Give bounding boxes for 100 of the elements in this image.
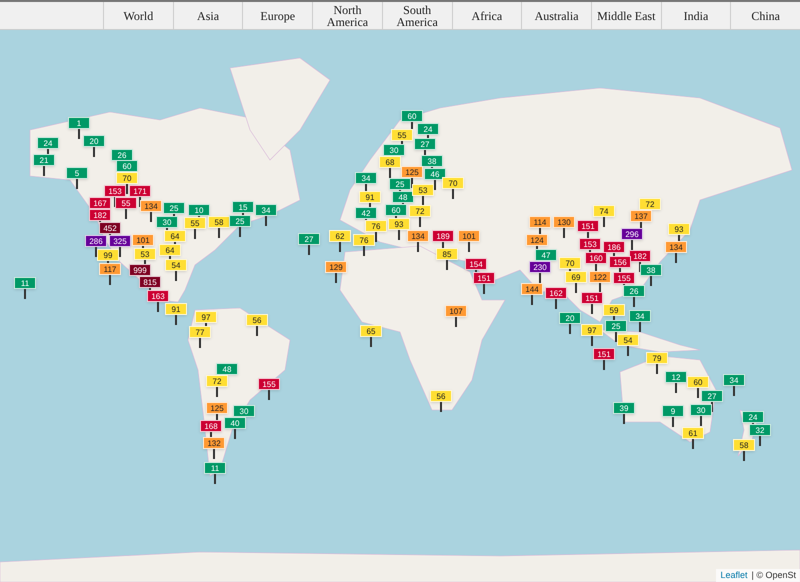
aqi-flag[interactable]: 182 [89, 209, 111, 221]
aqi-flag[interactable]: 53 [134, 248, 156, 260]
aqi-flag[interactable]: 25 [389, 178, 411, 190]
aqi-flag[interactable]: 54 [165, 259, 187, 271]
aqi-flag[interactable]: 125 [206, 402, 228, 414]
aqi-flag[interactable]: 38 [421, 155, 443, 167]
aqi-flag[interactable]: 9 [662, 405, 684, 417]
aqi-flag[interactable]: 156 [609, 256, 631, 268]
aqi-flag[interactable]: 114 [529, 216, 551, 228]
aqi-flag[interactable]: 153 [104, 185, 126, 197]
aqi-flag[interactable]: 24 [742, 411, 764, 423]
aqi-flag[interactable]: 56 [246, 314, 268, 326]
aqi-flag[interactable]: 56 [430, 390, 452, 402]
aqi-flag[interactable]: 79 [646, 352, 668, 364]
aqi-flag[interactable]: 91 [359, 191, 381, 203]
aqi-flag[interactable]: 91 [165, 303, 187, 315]
aqi-flag[interactable]: 24 [417, 123, 439, 135]
aqi-flag[interactable]: 27 [701, 390, 723, 402]
aqi-flag[interactable]: 34 [629, 310, 651, 322]
aqi-flag[interactable]: 34 [255, 204, 277, 216]
aqi-flag[interactable]: 93 [388, 218, 410, 230]
aqi-flag[interactable]: 160 [585, 252, 607, 264]
aqi-flag[interactable]: 72 [409, 205, 431, 217]
aqi-flag[interactable]: 48 [216, 363, 238, 375]
aqi-flag[interactable]: 130 [553, 216, 575, 228]
aqi-flag[interactable]: 30 [383, 144, 405, 156]
aqi-flag[interactable]: 151 [581, 292, 603, 304]
region-tab[interactable]: Middle East [590, 2, 661, 29]
aqi-flag[interactable]: 325 [109, 235, 131, 247]
aqi-flag[interactable]: 155 [258, 378, 280, 390]
aqi-flag[interactable]: 999 [129, 264, 151, 276]
aqi-flag[interactable]: 74 [593, 205, 615, 217]
aqi-flag[interactable]: 70 [116, 172, 138, 184]
aqi-flag[interactable]: 99 [97, 249, 119, 261]
aqi-flag[interactable]: 151 [473, 272, 495, 284]
aqi-flag[interactable]: 117 [99, 263, 121, 275]
aqi-flag[interactable]: 151 [577, 220, 599, 232]
region-tab[interactable]: South America [382, 2, 452, 29]
aqi-flag[interactable]: 27 [298, 233, 320, 245]
region-tab[interactable]: Europe [242, 2, 312, 29]
aqi-flag[interactable]: 11 [204, 462, 226, 474]
aqi-flag[interactable]: 230 [529, 261, 551, 273]
aqi-flag[interactable]: 93 [668, 223, 690, 235]
aqi-flag[interactable]: 72 [639, 198, 661, 210]
aqi-flag[interactable]: 101 [458, 230, 480, 242]
aqi-flag[interactable]: 132 [203, 437, 225, 449]
aqi-flag[interactable]: 25 [229, 215, 251, 227]
aqi-flag[interactable]: 55 [391, 129, 413, 141]
aqi-flag[interactable]: 452 [99, 222, 121, 234]
aqi-flag[interactable]: 153 [579, 238, 601, 250]
region-tab[interactable]: Asia [172, 2, 242, 29]
aqi-flag[interactable]: 182 [629, 250, 651, 262]
aqi-flag[interactable]: 296 [621, 228, 643, 240]
aqi-flag[interactable]: 12 [665, 371, 687, 383]
aqi-flag[interactable]: 815 [139, 276, 161, 288]
aqi-flag[interactable]: 5 [66, 167, 88, 179]
aqi-flag[interactable]: 70 [442, 177, 464, 189]
aqi-flag[interactable]: 54 [617, 334, 639, 346]
aqi-flag[interactable]: 171 [129, 185, 151, 197]
aqi-flag[interactable]: 55 [115, 197, 137, 209]
aqi-flag[interactable]: 58 [208, 216, 230, 228]
aqi-flag[interactable]: 69 [565, 271, 587, 283]
aqi-flag[interactable]: 25 [163, 202, 185, 214]
aqi-flag[interactable]: 26 [111, 149, 133, 161]
aqi-flag[interactable]: 77 [189, 326, 211, 338]
aqi-flag[interactable]: 26 [623, 285, 645, 297]
aqi-flag[interactable]: 134 [140, 200, 162, 212]
aqi-flag[interactable]: 125 [401, 166, 423, 178]
aqi-flag[interactable]: 134 [407, 230, 429, 242]
aqi-flag[interactable]: 70 [559, 257, 581, 269]
aqi-flag[interactable]: 65 [360, 325, 382, 337]
aqi-flag[interactable]: 64 [164, 230, 186, 242]
region-tab[interactable]: China [730, 2, 800, 29]
aqi-flag[interactable]: 40 [224, 417, 246, 429]
aqi-flag[interactable]: 154 [465, 258, 487, 270]
aqi-flag[interactable]: 151 [593, 348, 615, 360]
aqi-flag[interactable]: 155 [613, 272, 635, 284]
aqi-flag[interactable]: 10 [188, 204, 210, 216]
aqi-flag[interactable]: 122 [589, 271, 611, 283]
aqi-flag[interactable]: 60 [385, 204, 407, 216]
aqi-flag[interactable]: 134 [665, 241, 687, 253]
aqi-flag[interactable]: 72 [206, 375, 228, 387]
aqi-flag[interactable]: 101 [132, 234, 154, 246]
aqi-flag[interactable]: 21 [33, 154, 55, 166]
aqi-flag[interactable]: 34 [723, 374, 745, 386]
aqi-flag[interactable]: 85 [436, 248, 458, 260]
region-tab[interactable]: North America [312, 2, 382, 29]
aqi-flag[interactable]: 20 [83, 135, 105, 147]
aqi-flag[interactable]: 97 [581, 324, 603, 336]
aqi-flag[interactable]: 58 [733, 439, 755, 451]
aqi-flag[interactable]: 42 [355, 207, 377, 219]
region-tab[interactable]: Africa [452, 2, 522, 29]
aqi-flag[interactable]: 64 [159, 244, 181, 256]
aqi-flag[interactable]: 27 [414, 138, 436, 150]
aqi-flag[interactable]: 46 [424, 168, 446, 180]
aqi-flag[interactable]: 124 [526, 234, 548, 246]
region-tab[interactable]: Australia [521, 2, 591, 29]
aqi-flag[interactable]: 24 [37, 137, 59, 149]
aqi-flag[interactable]: 48 [392, 191, 414, 203]
aqi-flag[interactable]: 60 [687, 376, 709, 388]
